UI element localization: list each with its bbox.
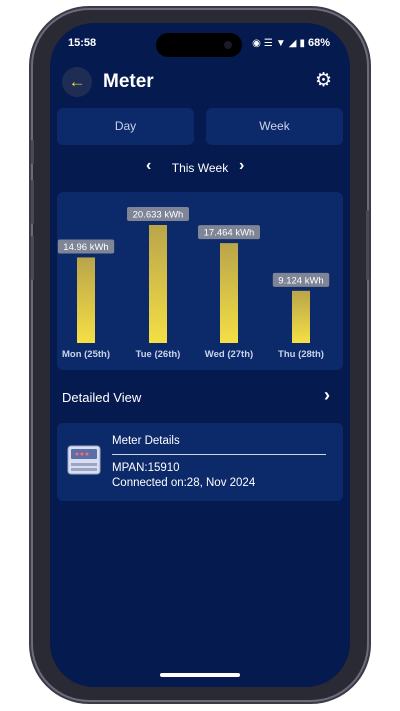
chart-bar[interactable] [220, 243, 238, 343]
detailed-view-row[interactable]: Detailed View › [50, 384, 350, 414]
status-icons: ◉ ☰ ▼ ◢ ▮ 68% [252, 37, 330, 49]
arrow-left-icon: ← [68, 72, 86, 91]
phone-volume-down [31, 236, 34, 280]
x-tick-label: Thu (28th) [278, 349, 324, 360]
meter-title: Meter Details [112, 435, 180, 447]
chevron-left-icon[interactable]: ‹ [146, 157, 151, 175]
data-label: 9.124 kWh [278, 275, 323, 286]
chevron-right-icon: › [324, 385, 330, 405]
chart-bar[interactable] [292, 290, 310, 343]
phone-power-button [366, 210, 369, 280]
page-title: Meter [103, 71, 154, 92]
app-screen: 15:58 ◉ ☰ ▼ ◢ ▮ 68% ← Meter ⚙ Day Week T… [50, 23, 350, 687]
app-bar: ← Meter ⚙ [50, 67, 350, 107]
chart-bar[interactable] [77, 257, 95, 343]
x-tick-label: Wed (27th) [205, 349, 253, 360]
vibrate-icon: ☰ [263, 37, 273, 49]
chart-bar[interactable] [149, 225, 167, 343]
bar-chart: 14.96 kWh Mon (25th) 20.633 kWh Tue (26th) 1… [57, 207, 330, 360]
back-button[interactable]: ← [62, 67, 92, 97]
phone-volume-up [31, 180, 34, 224]
data-label: 17.464 kWh [204, 228, 255, 239]
meter-connected-date: Connected on:28, Nov 2024 [112, 477, 256, 489]
meter-icon [67, 445, 101, 475]
x-tick-label: Mon (25th) [62, 349, 110, 360]
tab-week[interactable]: Week [206, 108, 343, 145]
data-label: 20.633 kWh [133, 210, 184, 221]
period-label: This Week [171, 161, 229, 175]
meter-details-card[interactable]: Meter Details MPAN:15910 Connected on:28… [57, 423, 343, 501]
gear-icon: ⚙ [314, 70, 332, 91]
detailed-view-label: Detailed View [62, 390, 142, 405]
wifi-icon: ▼ [275, 37, 286, 49]
battery-percent: 68% [307, 37, 330, 49]
status-time: 15:58 [68, 37, 97, 49]
battery-icon: ▮ [299, 37, 305, 49]
home-indicator[interactable] [160, 673, 240, 677]
meter-mpan: MPAN:15910 [112, 462, 180, 474]
signal-icon: ◢ [288, 37, 297, 49]
eye-icon: ◉ [252, 37, 261, 49]
period-navigator: This Week ‹ › [50, 157, 350, 179]
tab-day[interactable]: Day [57, 108, 194, 145]
settings-button[interactable]: ⚙ [315, 69, 332, 92]
data-label: 14.96 kWh [63, 242, 108, 253]
phone-side-button [31, 140, 34, 164]
status-bar: 15:58 ◉ ☰ ▼ ◢ ▮ 68% [50, 35, 350, 55]
chevron-right-icon[interactable]: › [239, 157, 244, 175]
divider [112, 454, 326, 455]
x-tick-label: Tue (26th) [136, 349, 181, 360]
energy-chart: 14.96 kWh Mon (25th) 20.633 kWh Tue (26th) 1… [57, 192, 343, 370]
